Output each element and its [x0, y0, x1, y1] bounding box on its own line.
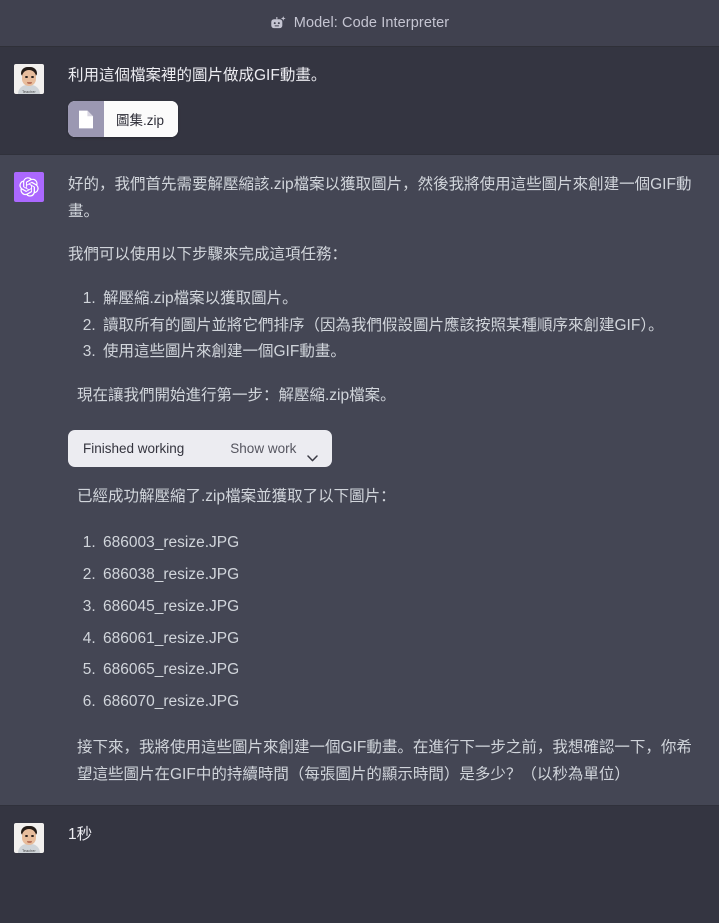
message-turn-inner: 好的，我們首先需要解壓縮該.zip檔案以獲取圖片，然後我將使用這些圖片來創建一個… — [0, 155, 719, 805]
message-turn-user-2: Teacher 1秒 — [0, 806, 719, 871]
list-item: 686061_resize.JPG — [100, 623, 705, 655]
assistant-message-body: 好的，我們首先需要解壓縮該.zip檔案以獲取圖片，然後我將使用這些圖片來創建一個… — [68, 172, 705, 788]
avatar-caption: Teacher — [22, 89, 36, 94]
user-message-text: 1秒 — [68, 826, 93, 844]
extracted-files-list: 686003_resize.JPG 686038_resize.JPG 6860… — [68, 527, 705, 718]
message-body: 1秒 — [68, 823, 705, 847]
assistant-paragraph-2: 我們可以使用以下步驟來完成這項任務： — [68, 246, 348, 264]
list-item: 讀取所有的圖片並將它們排序（因為我們假設圖片應該按照某種順序來創建GIF）。 — [100, 313, 705, 340]
assistant-paragraph-1: 好的，我們首先需要解壓縮該.zip檔案以獲取圖片，然後我將使用這些圖片來創建一個… — [68, 176, 692, 220]
avatar-face — [22, 829, 36, 846]
list-item: 使用這些圖片來創建一個GIF動畫。 — [100, 339, 705, 366]
avatar-column: Teacher — [14, 823, 44, 854]
avatar-eye-right — [31, 835, 34, 838]
avatar-eye-right — [31, 76, 34, 78]
assistant-paragraph-5: 接下來，我將使用這些圖片來創建一個GIF動畫。在進行下一步之前，我想確認一下，你… — [77, 738, 692, 783]
finished-working-widget[interactable]: Finished working Show work — [68, 429, 333, 467]
avatar-column — [14, 172, 44, 203]
avatar-face — [22, 70, 36, 86]
show-work-label: Show work — [230, 440, 297, 456]
assistant-steps-list: 解壓縮.zip檔案以獲取圖片。 讀取所有的圖片並將它們排序（因為我們假設圖片應該… — [68, 286, 705, 366]
list-item: 解壓縮.zip檔案以獲取圖片。 — [100, 286, 705, 313]
robot-beta-icon — [270, 15, 287, 32]
file-attachment-name: 圖集.zip — [104, 101, 179, 138]
assistant-paragraph-4: 已經成功解壓縮了.zip檔案並獲取了以下圖片： — [77, 487, 396, 505]
show-work-control[interactable]: Show work — [230, 437, 319, 461]
avatar-eye-left — [25, 835, 28, 838]
assistant-paragraph-3: 現在讓我們開始進行第一步：解壓縮.zip檔案。 — [77, 386, 396, 404]
message-turn-assistant-1: 好的，我們首先需要解壓縮該.zip檔案以獲取圖片，然後我將使用這些圖片來創建一個… — [0, 154, 719, 807]
message-body: 利用這個檔案裡的圖片做成GIF動畫。 圖集.zip — [68, 64, 705, 138]
message-turn-inner: Teacher 利用這個檔案裡的圖片做成GIF動畫。 圖集.zip — [0, 47, 719, 154]
avatar-caption: Teacher — [22, 848, 36, 853]
message-turn-user-1: Teacher 利用這個檔案裡的圖片做成GIF動畫。 圖集.zip — [0, 47, 719, 155]
chevron-down-icon[interactable] — [307, 445, 319, 461]
message-turn-inner: Teacher 1秒 — [0, 806, 719, 870]
chat-window: Model: Code Interpreter Teacher 利用這個檔案裡的… — [0, 0, 719, 923]
model-header-inner: Model: Code Interpreter — [270, 15, 449, 32]
list-item: 686065_resize.JPG — [100, 654, 705, 686]
finished-working-status: Finished working — [83, 440, 185, 456]
avatar-mouth — [27, 840, 32, 843]
model-header-bar: Model: Code Interpreter — [0, 0, 719, 47]
file-attachment-chip[interactable]: 圖集.zip — [68, 101, 179, 138]
list-item: 686070_resize.JPG — [100, 686, 705, 718]
assistant-logo-avatar — [14, 172, 44, 203]
avatar-eye-left — [25, 76, 28, 78]
list-item: 686045_resize.JPG — [100, 591, 705, 623]
model-header-title: Model: Code Interpreter — [293, 15, 450, 31]
avatar: Teacher — [14, 64, 44, 94]
conversation-thread: Teacher 利用這個檔案裡的圖片做成GIF動畫。 圖集.zip 好的，我們首… — [0, 47, 719, 923]
avatar-column: Teacher — [14, 64, 44, 94]
list-item: 686038_resize.JPG — [100, 559, 705, 591]
list-item: 686003_resize.JPG — [100, 527, 705, 559]
avatar-mouth — [27, 81, 32, 84]
avatar: Teacher — [14, 823, 44, 854]
file-document-icon — [68, 101, 104, 138]
user-message-text: 利用這個檔案裡的圖片做成GIF動畫。 — [68, 67, 327, 84]
